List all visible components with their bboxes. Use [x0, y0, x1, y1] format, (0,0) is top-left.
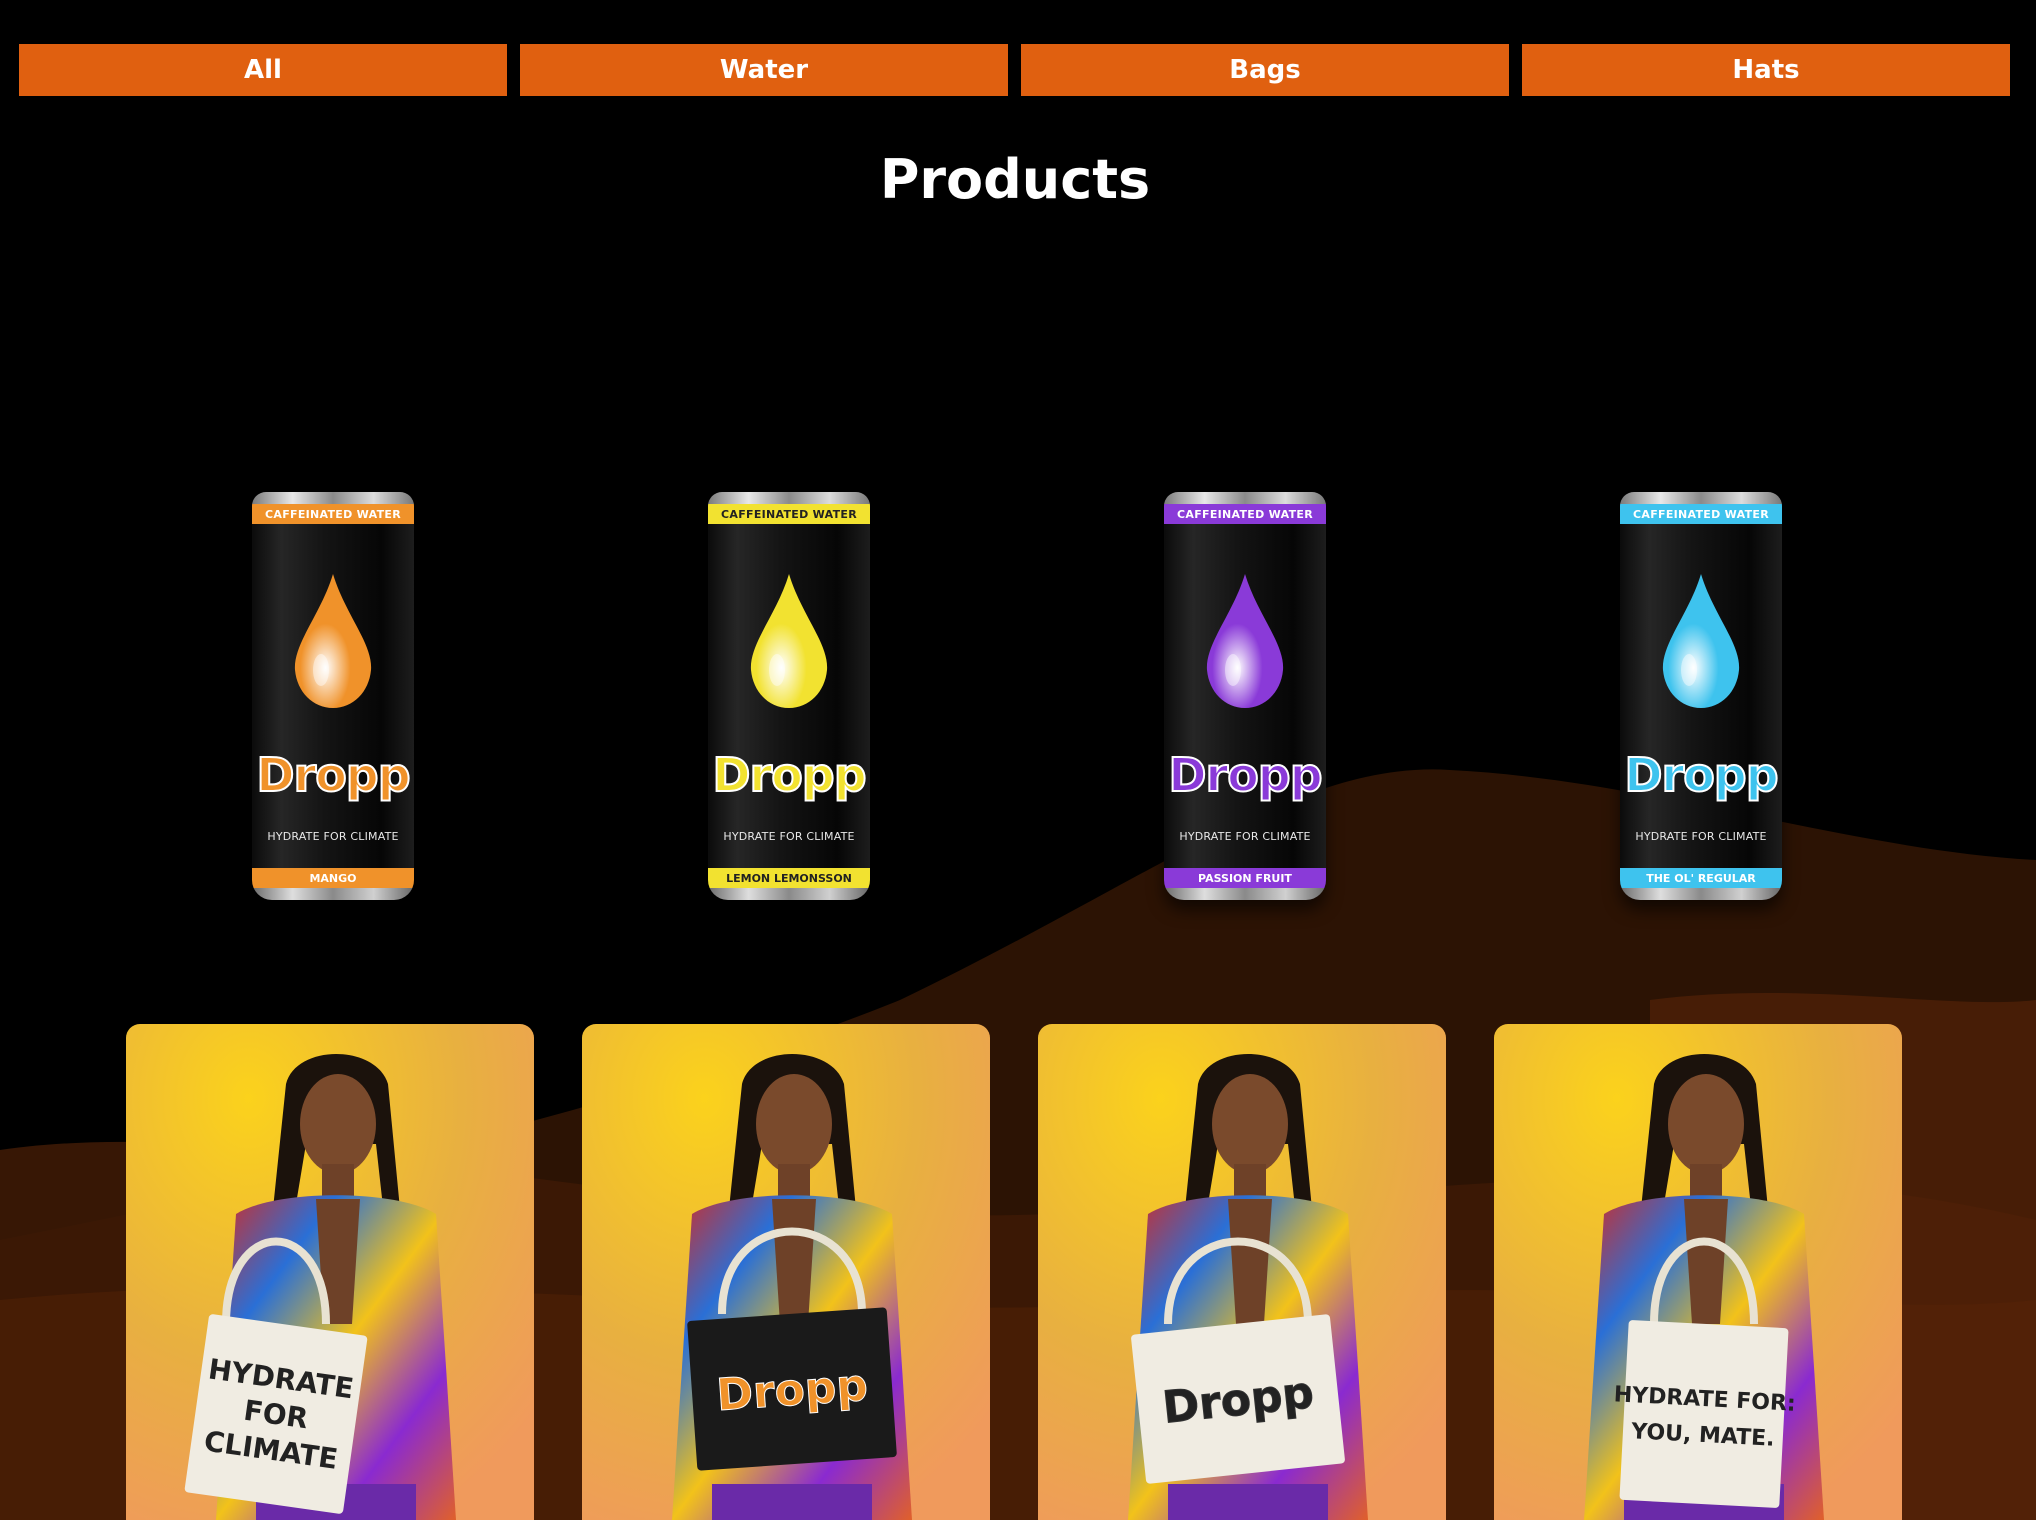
- category-filter-bar: All Water Bags Hats: [19, 44, 2011, 96]
- can-top-label: CAFFEINATED WATER: [708, 504, 870, 524]
- product-bag-photo-card[interactable]: Dropp: [1038, 1024, 1446, 1520]
- filter-bags-button[interactable]: Bags: [1021, 44, 1509, 96]
- can-top-label: CAFFEINATED WATER: [252, 504, 414, 524]
- product-can-card[interactable]: CAFFEINATED WATER Dropp HYDRATE FOR CLIM…: [708, 492, 870, 900]
- model-with-tote-bag-photo: Dropp: [1038, 1024, 1446, 1520]
- can-flavor-label: PASSION FRUIT: [1164, 868, 1326, 888]
- model-head: [300, 1074, 376, 1174]
- can-brand-logo: Dropp: [1623, 747, 1779, 803]
- water-drop-icon: [750, 574, 828, 708]
- model-head: [1212, 1074, 1288, 1174]
- can-bottom-rim: [252, 888, 414, 900]
- can-flavor-label: LEMON LEMONSSON: [708, 868, 870, 888]
- model-neck: [778, 1164, 810, 1196]
- can-tagline: HYDRATE FOR CLIMATE: [723, 830, 855, 843]
- model-neck: [1690, 1164, 1722, 1196]
- model-with-tote-bag-photo: Dropp: [582, 1024, 990, 1520]
- filter-hats-button[interactable]: Hats: [1522, 44, 2010, 96]
- can-tagline: HYDRATE FOR CLIMATE: [1635, 830, 1767, 843]
- can-bottom-rim: [708, 888, 870, 900]
- can-bottom-rim: [1620, 888, 1782, 900]
- can-bottom-rim: [1164, 888, 1326, 900]
- can-flavor-label: THE OL' REGULAR: [1620, 868, 1782, 888]
- can-top-label: CAFFEINATED WATER: [1164, 504, 1326, 524]
- can-brand-logo: Dropp: [1167, 747, 1323, 803]
- product-can-card[interactable]: CAFFEINATED WATER Dropp HYDRATE FOR CLIM…: [252, 492, 414, 900]
- can-top-rim: [252, 492, 414, 504]
- page-title: Products: [879, 148, 1151, 211]
- model-pants: [1168, 1484, 1328, 1520]
- can-top-label: CAFFEINATED WATER: [1620, 504, 1782, 524]
- product-can-card[interactable]: CAFFEINATED WATER Dropp HYDRATE FOR CLIM…: [1620, 492, 1782, 900]
- water-drop-icon: [1662, 574, 1740, 708]
- product-bag-photo-card[interactable]: Dropp: [582, 1024, 990, 1520]
- can-flavor-label: MANGO: [252, 868, 414, 888]
- model-with-tote-bag-photo: HYDRATE FOR:YOU, MATE.: [1494, 1024, 1902, 1520]
- can-top-rim: [1164, 492, 1326, 504]
- model-pants: [712, 1484, 872, 1520]
- filter-all-button[interactable]: All: [19, 44, 507, 96]
- can-tagline: HYDRATE FOR CLIMATE: [1179, 830, 1311, 843]
- can-brand-logo: Dropp: [255, 747, 411, 803]
- can-tagline: HYDRATE FOR CLIMATE: [267, 830, 399, 843]
- product-can-card[interactable]: CAFFEINATED WATER Dropp HYDRATE FOR CLIM…: [1164, 492, 1326, 900]
- model-neck: [1234, 1164, 1266, 1196]
- model-head: [1668, 1074, 1744, 1174]
- model-head: [756, 1074, 832, 1174]
- water-drop-icon: [1206, 574, 1284, 708]
- model-neck: [322, 1164, 354, 1196]
- bag-print-text: Dropp: [715, 1360, 870, 1421]
- model-with-tote-bag-photo: HYDRATEFORCLIMATE: [126, 1024, 534, 1520]
- product-bag-photo-card[interactable]: HYDRATE FOR CLIMATE: [126, 1024, 534, 1520]
- can-top-rim: [1620, 492, 1782, 504]
- filter-water-button[interactable]: Water: [520, 44, 1008, 96]
- product-bag-photo-card[interactable]: HYDRATE FOR: YOU, MATE.: [1494, 1024, 1902, 1520]
- water-drop-icon: [294, 574, 372, 708]
- can-brand-logo: Dropp: [711, 747, 867, 803]
- can-top-rim: [708, 492, 870, 504]
